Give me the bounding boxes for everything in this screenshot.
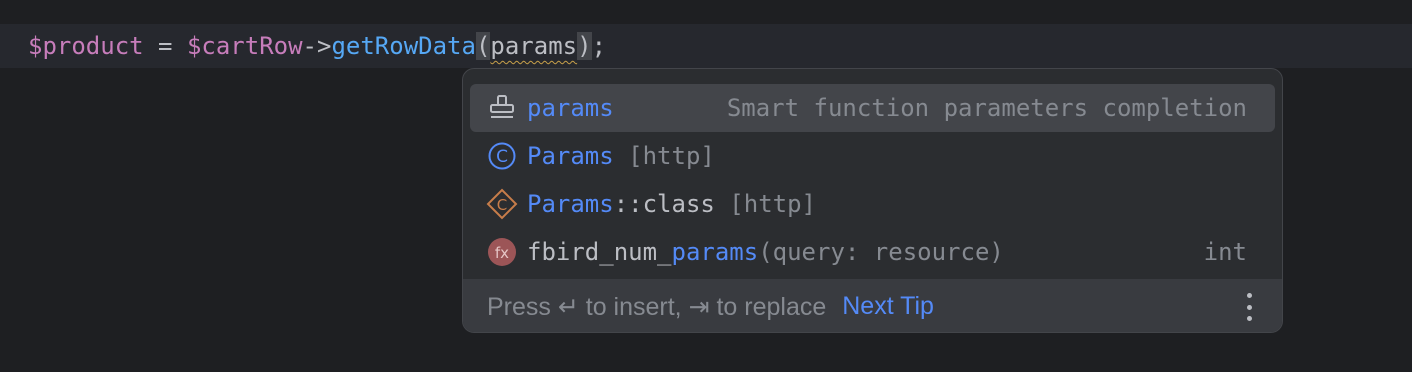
svg-text:C: C [496, 147, 508, 167]
completion-item-fbird-num-params[interactable]: fx fbird_num_ params (query: resource) int [470, 228, 1275, 276]
class-icon: C [486, 140, 518, 172]
svg-text:fx: fx [495, 244, 509, 262]
variable-product[interactable]: $product [28, 32, 144, 60]
completion-item-params-class-constant[interactable]: C Params::class [http] [470, 180, 1275, 228]
completion-item-signature: (query: resource) [758, 238, 1004, 266]
variable-cart-row[interactable]: $cartRow [187, 32, 303, 60]
method-call[interactable]: getRowData [331, 32, 476, 60]
editor-current-line[interactable]: $product = $cartRow -> getRowData ( para… [0, 24, 1412, 68]
stamp-icon [486, 92, 518, 124]
completion-item-name-prefix: fbird_num_ [527, 238, 672, 266]
next-tip-link[interactable]: Next Tip [842, 292, 934, 321]
completion-list: params Smart function parameters complet… [463, 69, 1282, 279]
completion-item-name-rest: ::class [613, 190, 715, 218]
class-constant-icon: C [486, 188, 518, 220]
completion-item-name: Params [527, 142, 614, 170]
completion-popup: params Smart function parameters complet… [462, 68, 1283, 333]
completion-item-name: params [527, 94, 614, 122]
argument-params[interactable]: params [490, 32, 577, 60]
completion-item-description: Smart function parameters completion [726, 94, 1247, 122]
completion-item-name-match: params [671, 238, 759, 266]
vertical-ellipsis-icon[interactable] [1246, 293, 1252, 321]
completion-footer: Press ↵ to insert, ⇥ to replace Next Tip [463, 279, 1282, 332]
completion-item-params-class[interactable]: C Params [http] [470, 132, 1275, 180]
function-icon: fx [486, 236, 518, 268]
open-paren: ( [475, 32, 491, 60]
svg-text:C: C [497, 196, 507, 214]
completion-item-name-match: Params [527, 190, 614, 218]
assign-operator: = [143, 32, 187, 60]
completion-item-params-smart[interactable]: params Smart function parameters complet… [470, 84, 1275, 132]
completion-item-namespace: [http] [714, 190, 817, 218]
completion-item-return-type: int [1203, 238, 1247, 266]
close-paren: ) [577, 32, 592, 60]
arrow-operator: -> [302, 32, 332, 60]
completion-item-namespace: [http] [613, 142, 715, 170]
insert-replace-hint: Press ↵ to insert, ⇥ to replace [487, 292, 827, 321]
semicolon: ; [591, 32, 607, 60]
